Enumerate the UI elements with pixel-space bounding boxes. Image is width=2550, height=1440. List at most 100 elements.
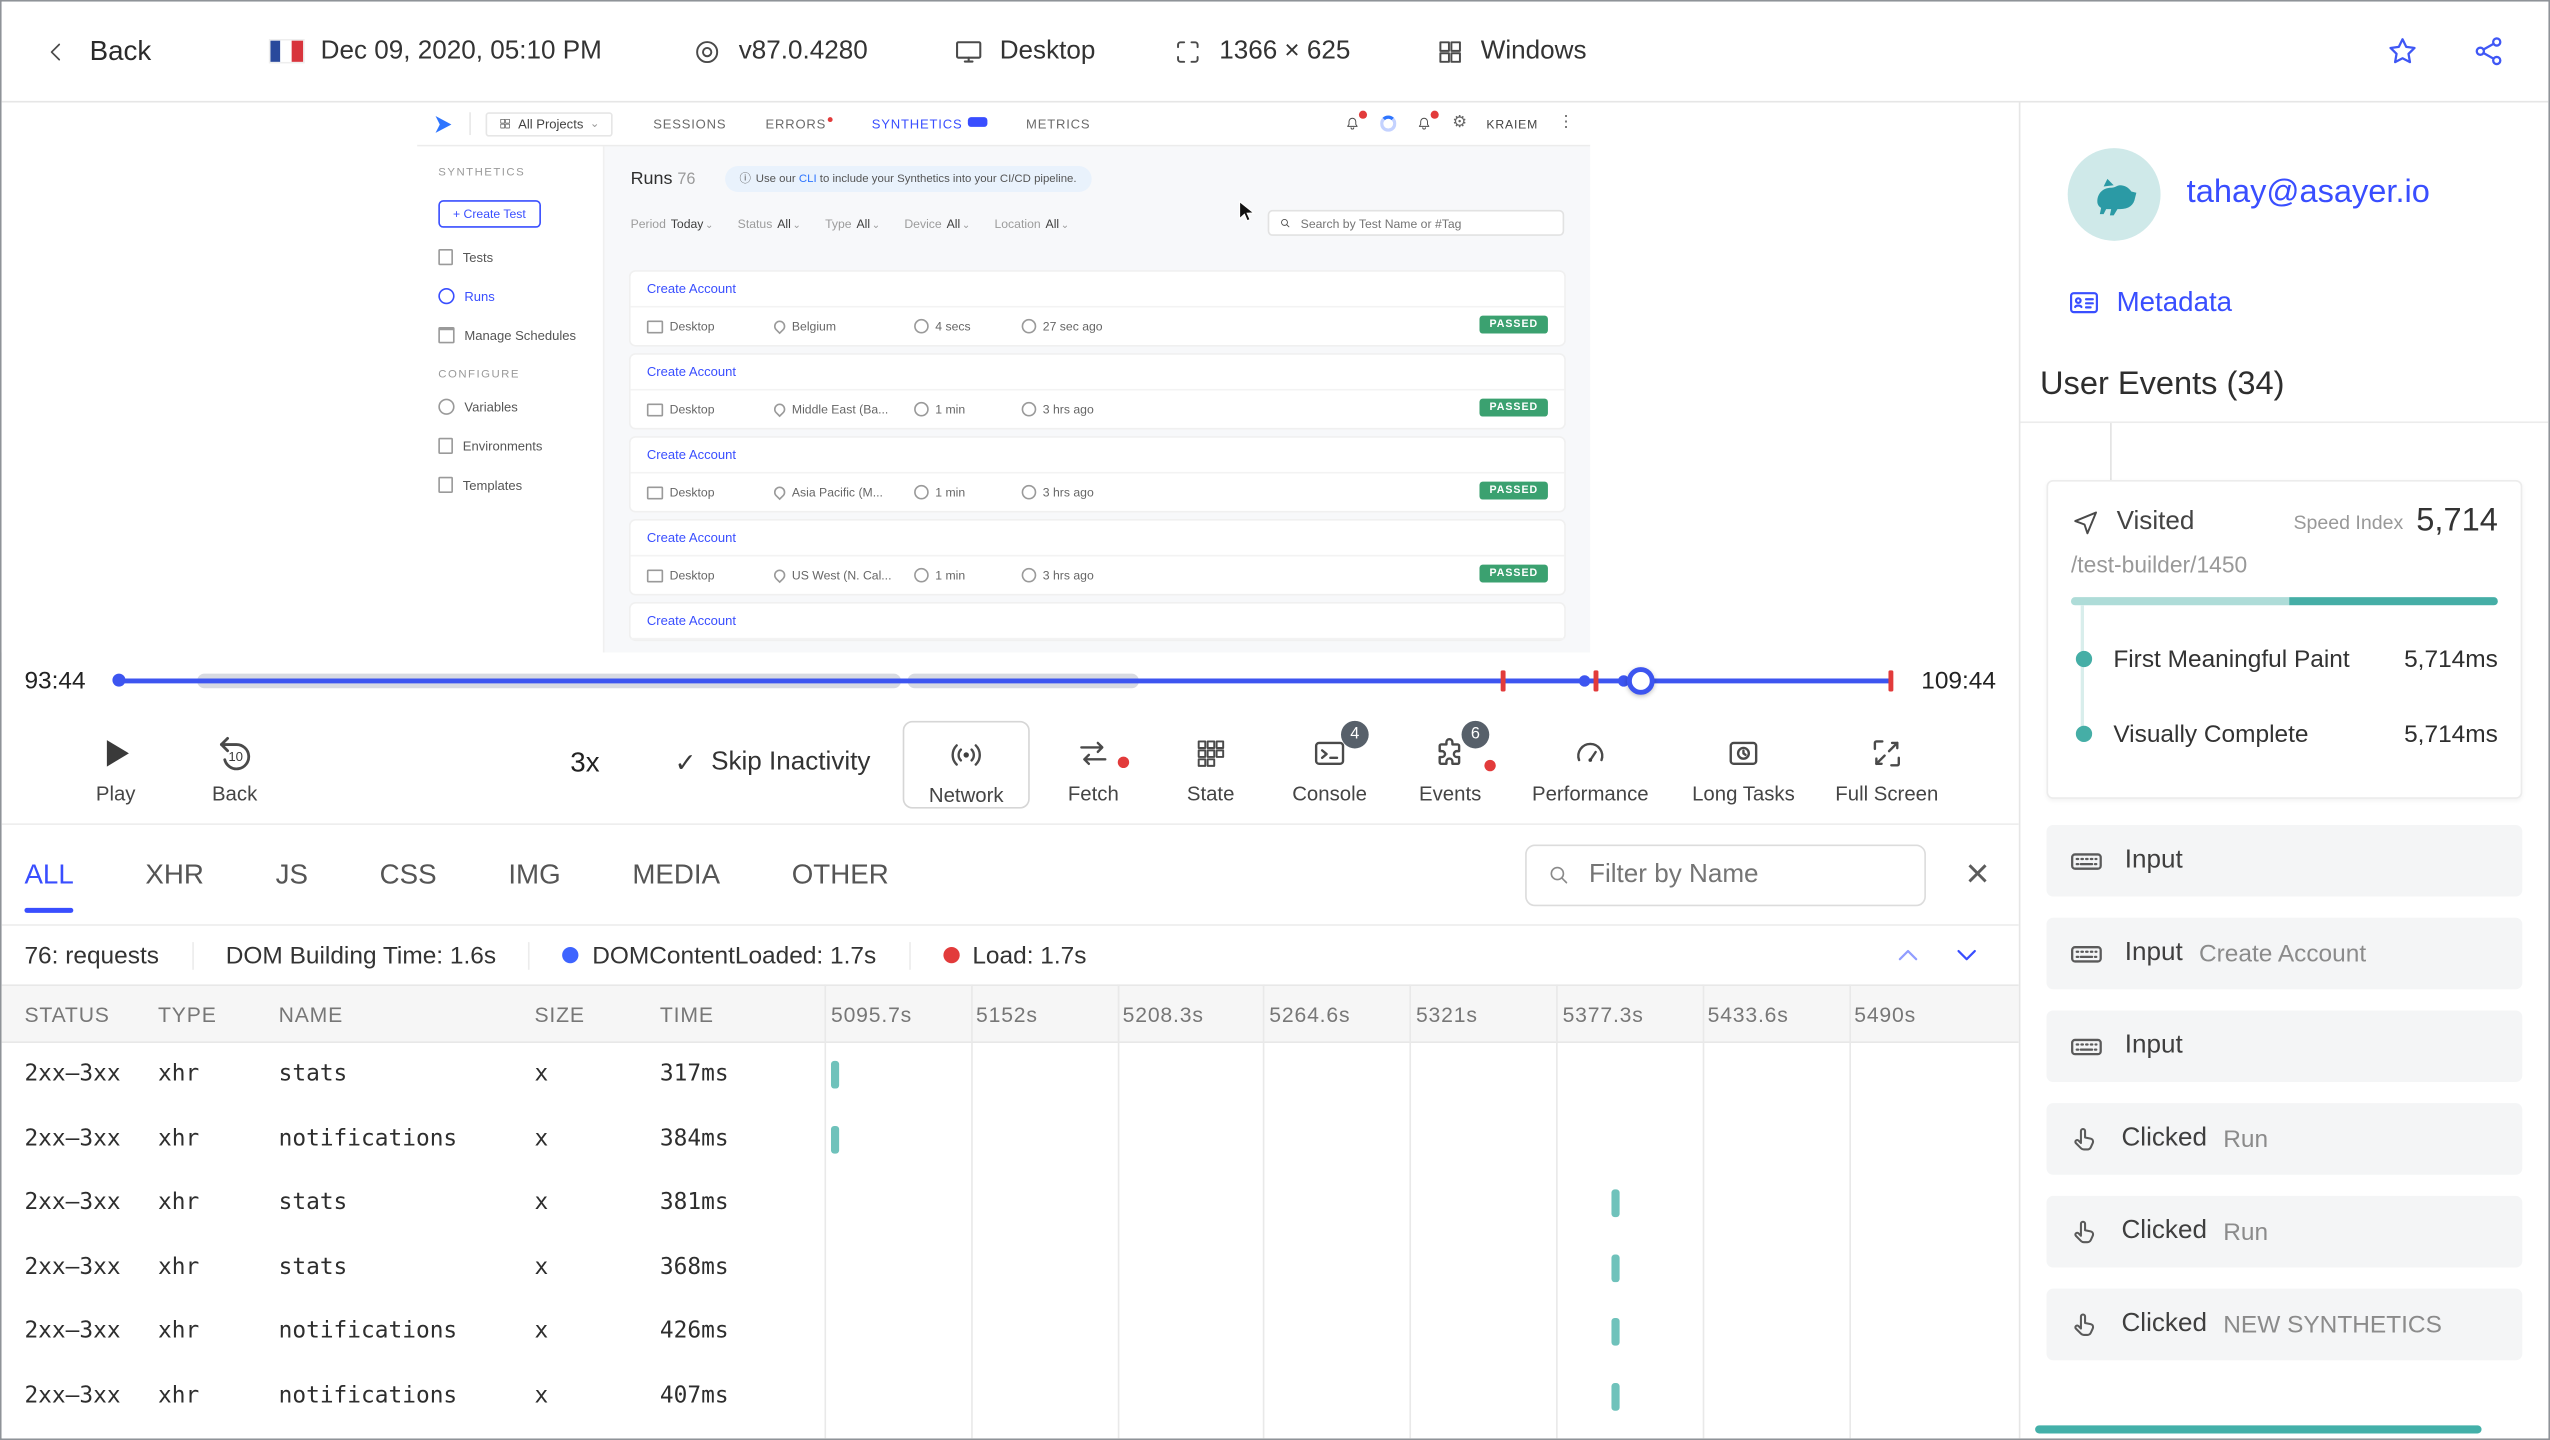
playhead[interactable] [1627, 667, 1656, 695]
windows-icon [1439, 40, 1461, 62]
device-type: Desktop [952, 36, 1095, 67]
history-icon [438, 288, 455, 305]
table-row[interactable]: 2xx–3xx xhr stats x 381ms [2, 1172, 2019, 1236]
clock-icon [1021, 318, 1037, 334]
input-event-card[interactable]: Input Create Account [2046, 917, 2523, 990]
nav-metrics: METRICS [1026, 116, 1091, 131]
sort-up-button[interactable] [1892, 939, 1925, 972]
tab-xhr[interactable]: XHR [145, 858, 204, 891]
skip-inactivity-toggle[interactable]: ✓ Skip Inactivity [675, 747, 871, 780]
status-badge: PASSED [1479, 398, 1548, 417]
run-card: Create Account [630, 603, 1565, 640]
filter-by-name-input[interactable] [1525, 843, 1927, 906]
keyboard-icon [2071, 945, 2102, 962]
monitor-icon [646, 319, 664, 333]
fetch-panel-button[interactable]: Fetch [1038, 721, 1149, 809]
dcl-dot-icon [562, 946, 580, 964]
doc-icon [438, 248, 453, 266]
recorded-app-frame: All Projects ⌄ SESSIONS ERRORS SYNTHETIC… [417, 102, 1591, 653]
sidebar-item-environments: Environments [438, 437, 603, 454]
search-icon [1551, 866, 1568, 884]
back-10-button[interactable]: 10 Back [187, 731, 282, 805]
close-panel-button[interactable]: × [1966, 853, 1990, 895]
tab-all[interactable]: ALL [24, 858, 75, 913]
runs-search-input [1267, 209, 1565, 236]
grid-icon [500, 118, 510, 129]
visited-event-card[interactable]: Visited Speed Index 5,714 /test-builder/… [2046, 480, 2523, 799]
filter-period: Period Today ⌄ [630, 215, 714, 231]
session-player-window: Back Dec 09, 2020, 05:10 PM v87.0.4280 D… [0, 0, 2550, 1440]
tab-js[interactable]: JS [276, 858, 308, 891]
favorite-star-icon[interactable] [2385, 34, 2419, 68]
sidebar-item-templates: Templates [438, 476, 603, 494]
metadata-button[interactable]: Metadata [2068, 286, 2232, 319]
visited-path: /test-builder/1450 [2070, 551, 2248, 578]
gear-icon: ⚙ [1452, 113, 1467, 132]
network-icon [951, 743, 981, 765]
nav-synthetics: SYNTHETICS [872, 116, 987, 131]
playback-timeline: 93:44 109:44 [2, 652, 2019, 709]
full-screen-button[interactable]: Full Screen [1818, 721, 1955, 809]
sort-down-button[interactable] [1950, 939, 1983, 972]
tab-img[interactable]: IMG [508, 858, 560, 891]
dom-content-loaded: DOMContentLoaded: 1.7s [528, 941, 909, 969]
back-10-icon: 10 [219, 736, 251, 770]
search-icon [1281, 219, 1290, 228]
animal-avatar-icon [2096, 178, 2136, 215]
current-time: 93:44 [24, 667, 86, 695]
monitor-icon [955, 41, 981, 63]
dom-building-time: DOM Building Time: 1.6s [191, 941, 529, 969]
network-panel-button[interactable]: Network [902, 720, 1030, 809]
browser-version-label: v87.0.4280 [738, 36, 868, 65]
alert-dot-icon [1117, 756, 1130, 769]
performance-panel-button[interactable]: Performance [1519, 721, 1662, 809]
console-count-badge: 4 [1340, 720, 1369, 749]
runs-count: 76 [677, 170, 696, 189]
project-selector-label: All Projects [518, 116, 584, 131]
runs-list: Create Account Desktop Belgium 4 secs 27… [630, 271, 1565, 640]
synthetics-new-badge [967, 116, 987, 127]
time-tick: 5377.3s [1562, 1002, 1644, 1027]
divider [2020, 421, 2549, 424]
back-button[interactable]: Back [44, 35, 151, 68]
variables-icon [438, 398, 455, 415]
console-panel-button[interactable]: 4 Console [1271, 720, 1388, 809]
waterfall-bar [1611, 1317, 1620, 1346]
input-event-card[interactable]: Input [2046, 824, 2523, 897]
metric-dot-icon [2075, 650, 2093, 668]
play-button[interactable]: Play [70, 731, 161, 805]
run-card: Create Account Desktop Belgium 4 secs 27… [630, 271, 1565, 345]
state-panel-button[interactable]: State [1155, 721, 1266, 809]
nav-errors: ERRORS [765, 116, 833, 131]
share-icon[interactable] [2472, 34, 2506, 68]
filter-location: Location All ⌄ [994, 215, 1069, 231]
events-panel-button[interactable]: 6 Events [1391, 720, 1508, 809]
create-test-button: + Create Test [438, 200, 541, 228]
run-card: Create Account Desktop US West (N. Cal..… [630, 520, 1565, 594]
input-event-card[interactable]: Input [2046, 1010, 2523, 1083]
speed-toggle[interactable]: 3x [570, 747, 599, 780]
alert-dot-icon [1484, 759, 1496, 772]
tab-css[interactable]: CSS [380, 858, 437, 891]
long-tasks-panel-button[interactable]: Long Tasks [1672, 721, 1815, 809]
chevron-down-icon: ⌄ [589, 118, 600, 131]
table-row[interactable]: 2xx–3xx xhr stats x 368ms [2, 1236, 2019, 1300]
sidebar-scrollbar[interactable] [2035, 1425, 2482, 1434]
pointer-icon [2074, 1219, 2095, 1243]
time-tick: 5490s [1854, 1002, 1917, 1027]
table-row[interactable]: 2xx–3xx xhr stats x 317ms [2, 1043, 2019, 1107]
table-row[interactable]: 2xx–3xx xhr notifications x 384ms [2, 1107, 2019, 1171]
timeline-track[interactable] [112, 652, 1894, 709]
table-row[interactable]: 2xx–3xx xhr notifications x 426ms [2, 1300, 2019, 1364]
clicked-event-card[interactable]: Clicked Run [2046, 1195, 2523, 1268]
tab-other[interactable]: OTHER [792, 858, 889, 891]
clicked-event-card[interactable]: Clicked NEW SYNTHETICS [2046, 1288, 2523, 1361]
clicked-event-card[interactable]: Clicked Run [2046, 1103, 2523, 1175]
tab-media[interactable]: MEDIA [632, 858, 720, 891]
metric-dot-icon [2075, 725, 2093, 742]
recorded-app-nav: SESSIONS ERRORS SYNTHETICS METRICS [653, 116, 1090, 131]
table-row[interactable]: 2xx–3xx xhr notifications x 407ms [2, 1364, 2019, 1428]
cli-link: CLI [798, 173, 817, 185]
session-date: Dec 09, 2020, 05:10 PM [268, 37, 602, 66]
browser-icon [696, 40, 719, 63]
